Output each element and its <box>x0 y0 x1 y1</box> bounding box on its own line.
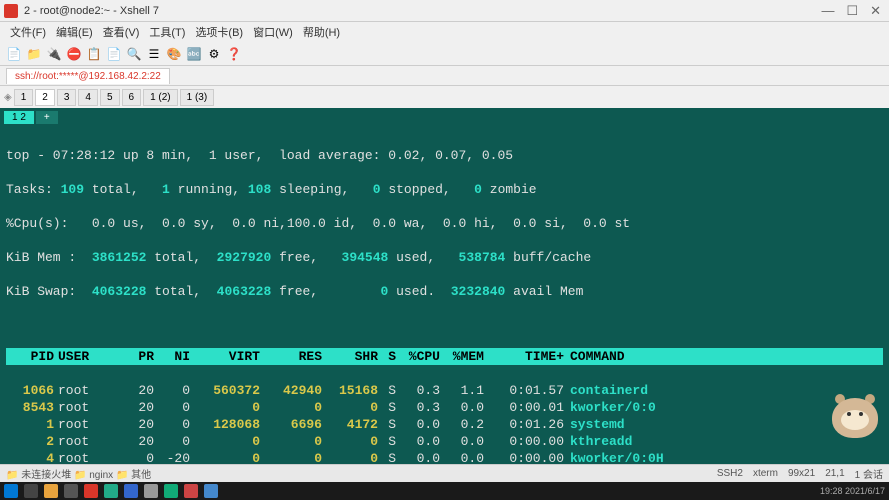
status-folder-icon[interactable]: 📁 <box>6 470 18 481</box>
task-item[interactable] <box>204 484 218 498</box>
disconnect-icon[interactable]: ⛔ <box>66 46 82 62</box>
menu-view[interactable]: 查看(V) <box>99 22 144 42</box>
task-item[interactable] <box>164 484 178 498</box>
process-row: 1066root2005603724294015168S0.31.10:01.5… <box>6 382 883 399</box>
process-list: 1066root2005603724294015168S0.31.10:01.5… <box>6 382 883 476</box>
top-cpu: %Cpu(s): 0.0 us, 0.0 sy, 0.0 ni,100.0 id… <box>6 215 883 232</box>
task-item[interactable] <box>84 484 98 498</box>
status-bar: 📁 未连接火堆 📁 nginx 📁 其他 ssh://192.168.42.2:… <box>0 464 889 482</box>
task-item[interactable] <box>184 484 198 498</box>
paste-icon[interactable]: 📄 <box>106 46 122 62</box>
new-icon[interactable]: 📄 <box>6 46 22 62</box>
top-loadavg: load average: 0.02, 0.07, 0.05 <box>279 148 513 163</box>
color-icon[interactable]: 🎨 <box>166 46 182 62</box>
copy-icon[interactable]: 📋 <box>86 46 102 62</box>
process-row: 8543root200000S0.30.00:00.01kworker/0:0 <box>6 399 883 416</box>
address-tab[interactable]: ssh://root:*****@192.168.42.2:22 <box>6 68 170 84</box>
search-icon[interactable]: 🔍 <box>126 46 142 62</box>
window-titlebar: 2 - root@node2:~ - Xshell 7 — ☐ ✕ <box>0 0 889 22</box>
task-item[interactable] <box>44 484 58 498</box>
session-tab-1b[interactable]: 1 (2) <box>143 89 178 106</box>
task-item[interactable] <box>144 484 158 498</box>
menu-icon[interactable]: ☰ <box>146 46 162 62</box>
process-row: 2root200000S0.00.00:00.00kthreadd <box>6 433 883 450</box>
session-prefix: ◈ <box>4 92 12 103</box>
task-item[interactable] <box>64 484 78 498</box>
reconnect-icon[interactable]: 🔌 <box>46 46 62 62</box>
session-tab-2[interactable]: 2 <box>35 89 55 106</box>
task-item[interactable] <box>104 484 118 498</box>
help-icon[interactable]: ❓ <box>226 46 242 62</box>
address-bar: ssh://root:*****@192.168.42.2:22 <box>0 66 889 86</box>
minimize-button[interactable]: — <box>821 3 834 19</box>
process-table-header: PID USER PR NI VIRT RES SHR S %CPU %MEM … <box>6 348 883 365</box>
close-button[interactable]: ✕ <box>870 3 881 19</box>
session-tab-1c[interactable]: 1 (3) <box>180 89 215 106</box>
session-tab-1[interactable]: 1 <box>14 89 34 106</box>
process-row: 1root20012806866964172S0.00.20:01.26syst… <box>6 416 883 433</box>
menu-bar: 文件(F) 编辑(E) 查看(V) 工具(T) 选项卡(B) 窗口(W) 帮助(… <box>0 22 889 42</box>
taskbar-clock[interactable]: 19:28 2021/6/17 <box>820 486 885 496</box>
session-tab-4[interactable]: 4 <box>78 89 98 106</box>
toolbar: 📄 📁 🔌 ⛔ 📋 📄 🔍 ☰ 🎨 🔤 ⚙ ❓ <box>0 42 889 66</box>
menu-tab[interactable]: 选项卡(B) <box>191 22 247 42</box>
menu-file[interactable]: 文件(F) <box>6 22 50 42</box>
open-icon[interactable]: 📁 <box>26 46 42 62</box>
menu-edit[interactable]: 编辑(E) <box>52 22 97 42</box>
terminal-tab-1[interactable]: 1 2 <box>4 111 34 124</box>
session-tabs: ◈ 1 2 3 4 5 6 1 (2) 1 (3) <box>0 86 889 108</box>
top-time: top - 07:28:12 up 8 min, 1 user, <box>6 148 279 163</box>
terminal-tabs: 1 2 + <box>0 108 889 126</box>
maximize-button[interactable]: ☐ <box>846 3 858 19</box>
mascot-icon <box>827 390 883 446</box>
session-tab-6[interactable]: 6 <box>122 89 142 106</box>
windows-taskbar: 19:28 2021/6/17 <box>0 482 889 500</box>
start-button[interactable] <box>4 484 18 498</box>
status-folder-icon-2[interactable]: 📁 <box>74 470 86 481</box>
task-item[interactable] <box>124 484 138 498</box>
menu-tools[interactable]: 工具(T) <box>145 22 189 42</box>
status-folder-icon-3[interactable]: 📁 <box>116 470 128 481</box>
settings-icon[interactable]: ⚙ <box>206 46 222 62</box>
session-tab-3[interactable]: 3 <box>57 89 77 106</box>
menu-window[interactable]: 窗口(W) <box>249 22 297 42</box>
terminal-tab-add[interactable]: + <box>36 111 58 124</box>
session-tab-5[interactable]: 5 <box>100 89 120 106</box>
task-item[interactable] <box>24 484 38 498</box>
terminal-output[interactable]: top - 07:28:12 up 8 min, 1 user, load av… <box>0 126 889 476</box>
menu-help[interactable]: 帮助(H) <box>299 22 344 42</box>
font-icon[interactable]: 🔤 <box>186 46 202 62</box>
app-icon <box>4 4 18 18</box>
window-title: 2 - root@node2:~ - Xshell 7 <box>24 5 821 17</box>
